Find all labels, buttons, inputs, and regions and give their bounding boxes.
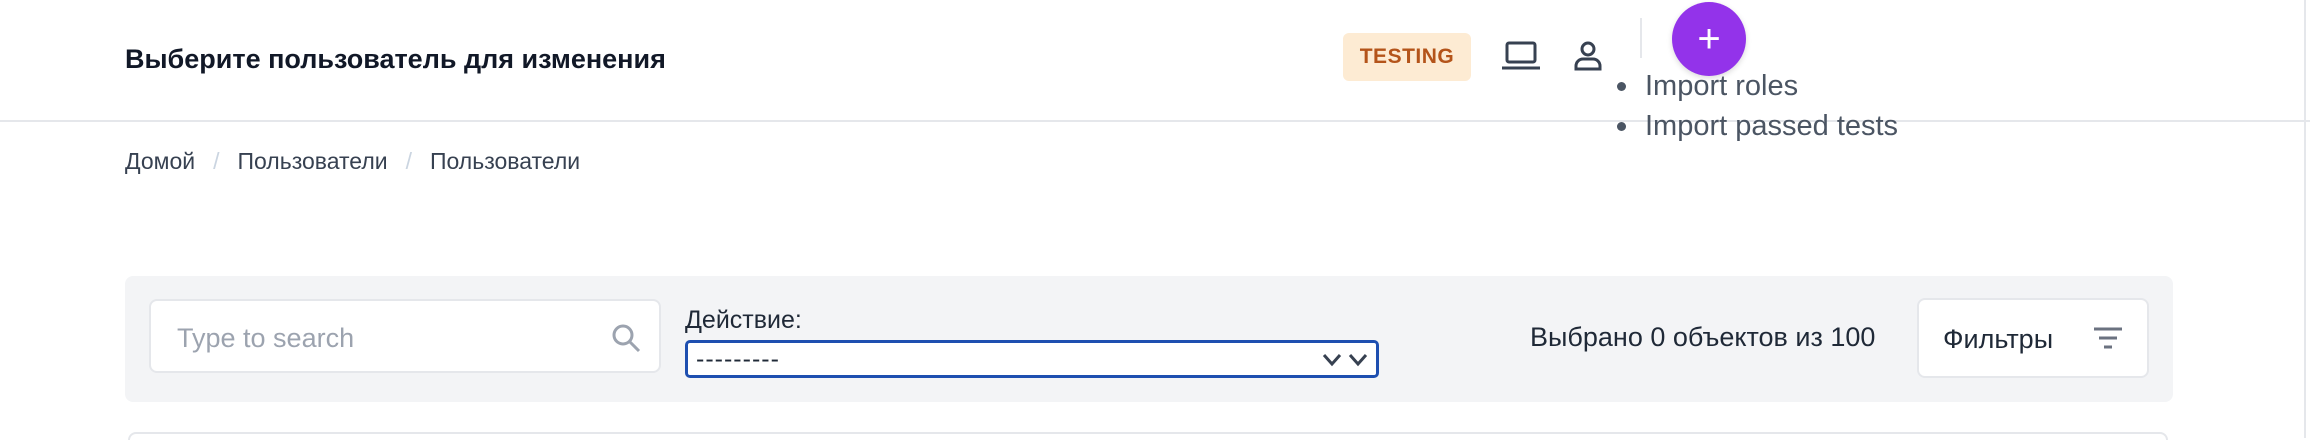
filters-label: Фильтры — [1943, 324, 2054, 354]
search-box — [149, 299, 661, 373]
menu-item-label: Import passed tests — [1645, 110, 1899, 142]
add-button[interactable]: + — [1672, 2, 1746, 76]
action-label: Действие: — [685, 306, 802, 334]
breadcrumb-users-app[interactable]: Пользователи — [237, 148, 387, 175]
chevron-down-icon — [1348, 353, 1368, 367]
filter-icon — [2093, 327, 2123, 349]
breadcrumb-separator: / — [405, 148, 412, 174]
breadcrumb: Домой / Пользователи / Пользователи — [125, 148, 580, 175]
environment-badge: TESTING — [1343, 33, 1471, 81]
action-select[interactable]: --------- — [685, 340, 1379, 378]
breadcrumb-separator: / — [213, 148, 220, 174]
bullet-icon — [1617, 122, 1626, 131]
actions-menu: Import roles Import passed tests — [1617, 66, 1898, 146]
scrollbar-track[interactable] — [2304, 0, 2306, 438]
menu-item-import-passed-tests[interactable]: Import passed tests — [1617, 106, 1898, 146]
menu-item-label: Import roles — [1645, 70, 1799, 102]
menu-item-import-roles[interactable]: Import roles — [1617, 66, 1898, 106]
bullet-icon — [1617, 82, 1626, 91]
top-header: Выберите пользователь для изменения TEST… — [0, 0, 2310, 142]
user-icon[interactable] — [1568, 36, 1608, 76]
changelist-toolbar: Действие: --------- Выбрано 0 объектов и… — [125, 276, 2173, 402]
page-title: Выберите пользователь для изменения — [125, 44, 666, 74]
search-icon[interactable] — [611, 323, 641, 353]
filters-button[interactable]: Фильтры — [1917, 298, 2149, 378]
search-input[interactable] — [175, 319, 599, 357]
header-divider — [1640, 18, 1642, 58]
selected-count: Выбрано 0 объектов из 100 — [1530, 322, 1876, 352]
breadcrumb-home[interactable]: Домой — [125, 148, 195, 175]
chevron-down-icon — [1322, 353, 1342, 367]
action-select-value: --------- — [696, 345, 780, 373]
laptop-icon[interactable] — [1498, 36, 1544, 76]
breadcrumb-users-current: Пользователи — [429, 148, 581, 174]
results-table-top-edge — [128, 432, 2168, 440]
